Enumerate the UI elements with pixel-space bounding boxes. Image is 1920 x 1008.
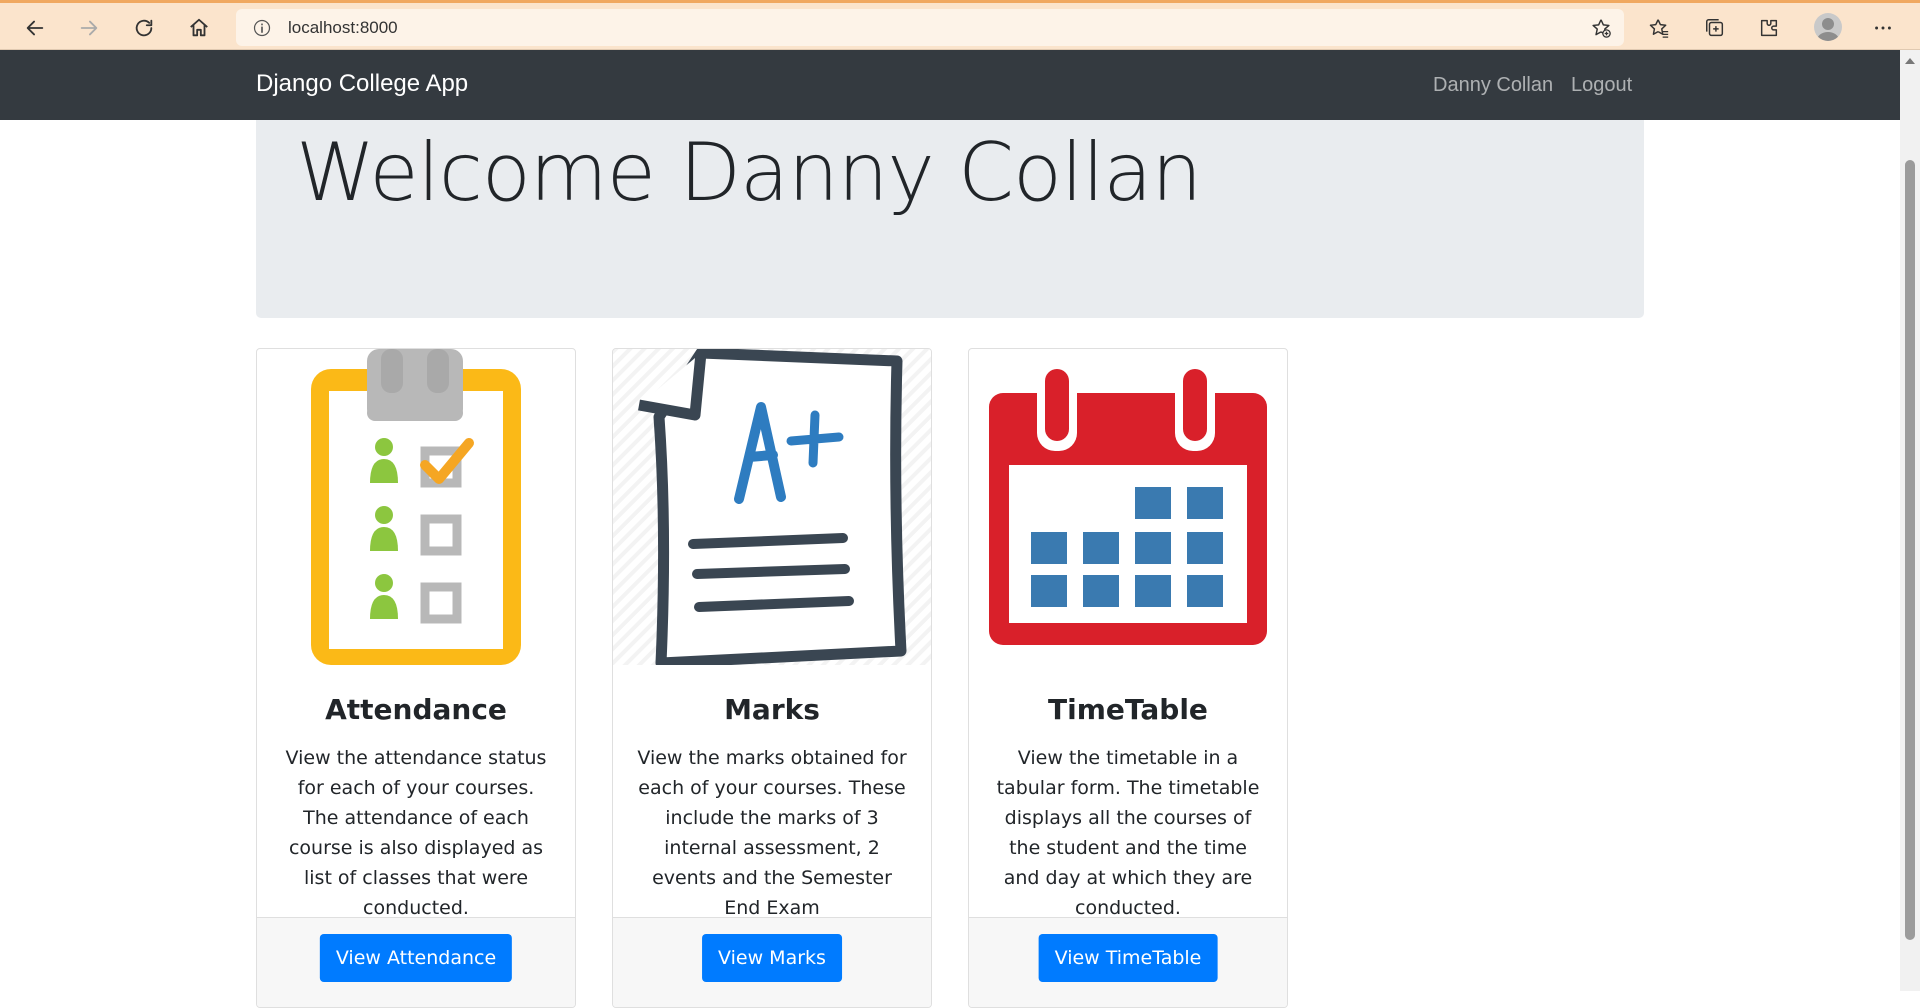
home-icon[interactable] (182, 11, 216, 45)
navbar-brand[interactable]: Django College App (256, 70, 468, 98)
marks-card: Marks View the marks obtained for each o… (612, 348, 932, 1008)
card-text: View the timetable in a tabular form. Th… (996, 747, 1260, 919)
nav-logout[interactable]: Logout (1571, 74, 1632, 97)
view-attendance-button[interactable]: View Attendance (319, 934, 513, 982)
back-icon[interactable] (18, 11, 52, 45)
nav-user-name[interactable]: Danny Collan (1433, 74, 1553, 97)
view-timetable-button[interactable]: View TimeTable (1038, 934, 1218, 982)
favorites-icon[interactable] (1644, 13, 1674, 43)
more-icon[interactable] (1868, 13, 1898, 43)
forward-icon[interactable] (72, 11, 106, 45)
welcome-banner: Welcome Danny Collan (256, 120, 1644, 318)
calendar-icon (969, 349, 1287, 665)
card-text: View the attendance status for each of y… (285, 747, 547, 919)
scroll-thumb[interactable] (1905, 160, 1915, 940)
card-title: Marks (724, 693, 820, 726)
page-scrollbar[interactable] (1900, 50, 1920, 991)
info-icon[interactable] (252, 18, 272, 38)
browser-toolbar: localhost:8000 (0, 0, 1920, 50)
view-marks-button[interactable]: View Marks (702, 934, 842, 982)
card-text: View the marks obtained for each of your… (637, 747, 907, 919)
card-footer: View Attendance (257, 917, 575, 1007)
url-text[interactable]: localhost:8000 (288, 18, 398, 38)
profile-avatar[interactable] (1814, 13, 1842, 41)
card-title: TimeTable (1048, 693, 1208, 726)
address-bar[interactable]: localhost:8000 (236, 9, 1624, 46)
graded-paper-icon (613, 349, 931, 669)
add-favorite-icon[interactable] (1590, 17, 1612, 39)
attendance-card: Attendance View the attendance status fo… (256, 348, 576, 1008)
collections-icon[interactable] (1700, 13, 1730, 43)
card-title: Attendance (325, 693, 507, 726)
card-footer: View TimeTable (969, 917, 1287, 1007)
card-footer: View Marks (613, 917, 931, 1007)
clipboard-checklist-icon (257, 349, 575, 665)
timetable-card: TimeTable View the timetable in a tabula… (968, 348, 1288, 1008)
reload-icon[interactable] (127, 11, 161, 45)
scroll-up-arrow[interactable] (1905, 58, 1915, 64)
welcome-heading: Welcome Danny Collan (296, 126, 1202, 219)
extensions-icon[interactable] (1754, 13, 1784, 43)
app-navbar: Django College App Danny Collan Logout (0, 50, 1900, 120)
